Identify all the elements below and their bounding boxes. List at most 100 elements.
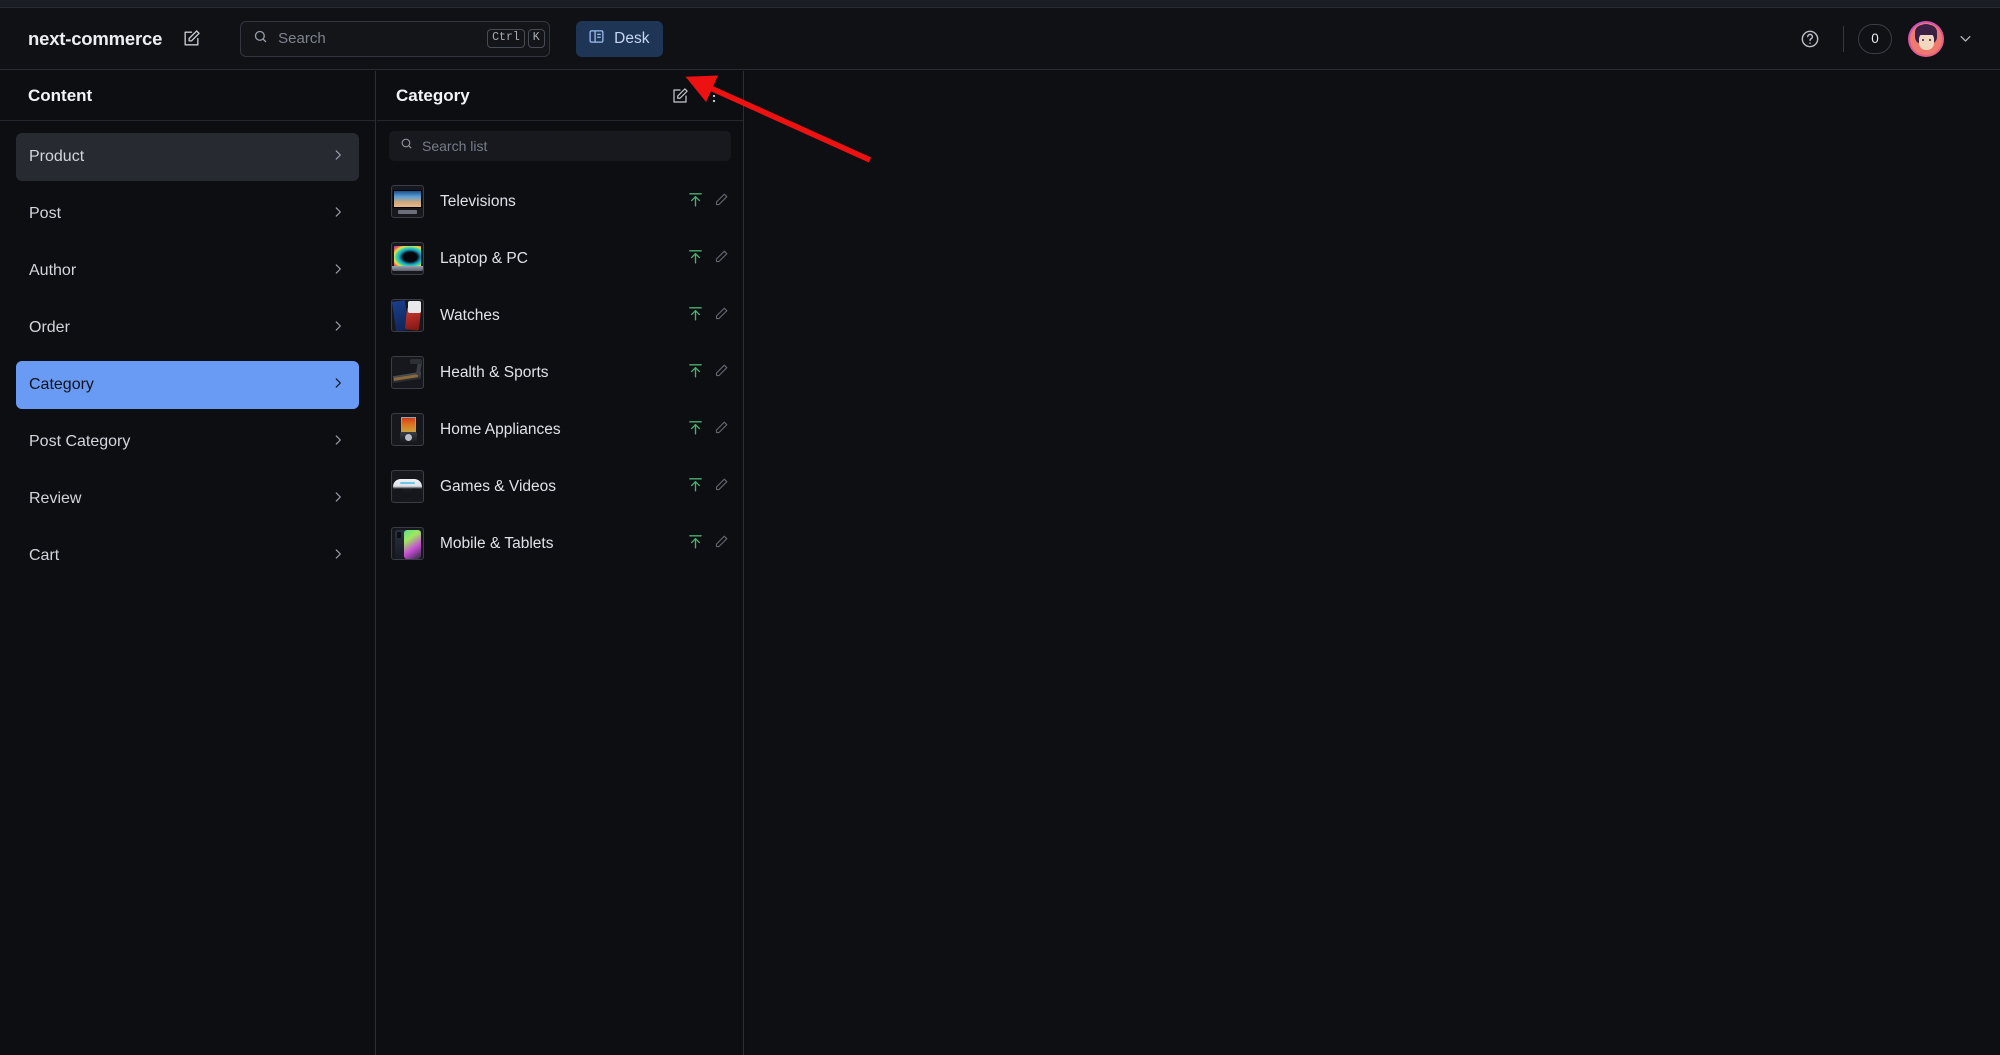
row-actions	[687, 305, 729, 327]
header-left-group: next-commerce Ctrl K	[0, 21, 663, 57]
publish-up-icon[interactable]	[687, 248, 704, 270]
sidebar-item-label: Review	[29, 490, 81, 508]
publish-up-icon[interactable]	[687, 362, 704, 384]
kbd-ctrl: Ctrl	[487, 29, 525, 48]
chevron-right-icon	[331, 547, 345, 566]
global-search[interactable]: Ctrl K	[240, 21, 550, 57]
avatar[interactable]	[1908, 21, 1944, 57]
sidebar-item-label: Post	[29, 205, 61, 223]
pencil-icon[interactable]	[714, 306, 729, 326]
list-item-label: Home Appliances	[440, 421, 561, 439]
category-rows: Televisions Laptop & PC	[377, 167, 743, 572]
chevron-right-icon	[331, 319, 345, 338]
sidebar-nav-list: Product Post Author Order Category	[0, 121, 375, 580]
help-circle-icon[interactable]	[1795, 24, 1825, 54]
sidebar-item-label: Cart	[29, 547, 59, 565]
header-right-group: 0	[1795, 21, 2000, 57]
chevron-right-icon	[331, 148, 345, 167]
pencil-icon[interactable]	[714, 477, 729, 497]
game-controller-thumbnail	[391, 470, 424, 503]
list-item[interactable]: Mobile & Tablets	[377, 515, 743, 572]
desk-button-label: Desk	[614, 30, 649, 48]
sidebar-item-label: Order	[29, 319, 70, 337]
sidebar-item-order[interactable]: Order	[16, 304, 359, 352]
list-item[interactable]: Games & Videos	[377, 458, 743, 515]
kbd-k: K	[528, 29, 545, 48]
row-actions	[687, 533, 729, 555]
publish-up-icon[interactable]	[687, 533, 704, 555]
search-icon	[400, 137, 413, 155]
sidebar-item-cart[interactable]: Cart	[16, 532, 359, 580]
notification-count-badge[interactable]: 0	[1858, 24, 1892, 54]
blender-thumbnail	[391, 413, 424, 446]
list-item-label: Games & Videos	[440, 478, 556, 496]
sidebar-item-post[interactable]: Post	[16, 190, 359, 238]
sidebar-item-product[interactable]: Product	[16, 133, 359, 181]
publish-up-icon[interactable]	[687, 191, 704, 213]
list-item[interactable]: Laptop & PC	[377, 230, 743, 287]
search-input[interactable]	[278, 30, 477, 47]
document-pane	[745, 71, 2000, 1055]
window-top-strip	[0, 0, 2000, 8]
content-sidebar: Content Product Post Author Order	[0, 71, 376, 1055]
pencil-icon[interactable]	[714, 363, 729, 383]
pencil-icon[interactable]	[714, 192, 729, 212]
sidebar-item-review[interactable]: Review	[16, 475, 359, 523]
television-thumbnail	[391, 185, 424, 218]
sidebar-item-label: Product	[29, 148, 84, 166]
list-item[interactable]: Televisions	[377, 173, 743, 230]
chevron-right-icon	[331, 433, 345, 452]
watches-thumbnail	[391, 299, 424, 332]
list-item-label: Laptop & PC	[440, 250, 528, 268]
list-search[interactable]	[389, 131, 731, 161]
pencil-icon[interactable]	[714, 249, 729, 269]
brand-title: next-commerce	[28, 28, 162, 50]
list-search-input[interactable]	[422, 138, 720, 154]
edit-square-icon[interactable]	[665, 81, 695, 111]
desk-layout-icon	[588, 28, 605, 50]
more-vertical-icon[interactable]	[699, 81, 729, 111]
laptop-thumbnail	[391, 242, 424, 275]
pencil-icon[interactable]	[714, 420, 729, 440]
publish-up-icon[interactable]	[687, 305, 704, 327]
chevron-right-icon	[331, 205, 345, 224]
chevron-right-icon	[331, 490, 345, 509]
row-actions	[687, 248, 729, 270]
list-panel-header: Category	[377, 71, 743, 121]
list-item[interactable]: Health & Sports	[377, 344, 743, 401]
list-item[interactable]: Home Appliances	[377, 401, 743, 458]
app-header: next-commerce Ctrl K	[0, 8, 2000, 70]
chevron-right-icon	[331, 376, 345, 395]
publish-up-icon[interactable]	[687, 476, 704, 498]
desk-button[interactable]: Desk	[576, 21, 663, 57]
sidebar-item-author[interactable]: Author	[16, 247, 359, 295]
list-item[interactable]: Watches	[377, 287, 743, 344]
pencil-icon[interactable]	[714, 534, 729, 554]
sidebar-item-label: Post Category	[29, 433, 130, 451]
chevron-down-icon[interactable]	[1950, 24, 1980, 54]
sidebar-item-label: Category	[29, 376, 94, 394]
list-panel-actions	[665, 81, 729, 111]
list-panel-title: Category	[396, 86, 470, 106]
list-item-label: Watches	[440, 307, 500, 325]
category-list-panel: Category	[377, 71, 744, 1055]
sidebar-header: Content	[0, 71, 375, 121]
sidebar-item-category[interactable]: Category	[16, 361, 359, 409]
publish-up-icon[interactable]	[687, 419, 704, 441]
list-item-label: Health & Sports	[440, 364, 549, 382]
sidebar-item-post-category[interactable]: Post Category	[16, 418, 359, 466]
list-item-label: Televisions	[440, 193, 516, 211]
compose-icon[interactable]	[176, 24, 206, 54]
header-divider	[1843, 26, 1844, 52]
row-actions	[687, 362, 729, 384]
chevron-right-icon	[331, 262, 345, 281]
list-item-label: Mobile & Tablets	[440, 535, 553, 553]
search-shortcut-hint: Ctrl K	[487, 29, 545, 48]
search-icon	[253, 29, 268, 49]
row-actions	[687, 191, 729, 213]
smartphone-thumbnail	[391, 527, 424, 560]
treadmill-thumbnail	[391, 356, 424, 389]
row-actions	[687, 419, 729, 441]
row-actions	[687, 476, 729, 498]
sidebar-title: Content	[28, 86, 92, 106]
